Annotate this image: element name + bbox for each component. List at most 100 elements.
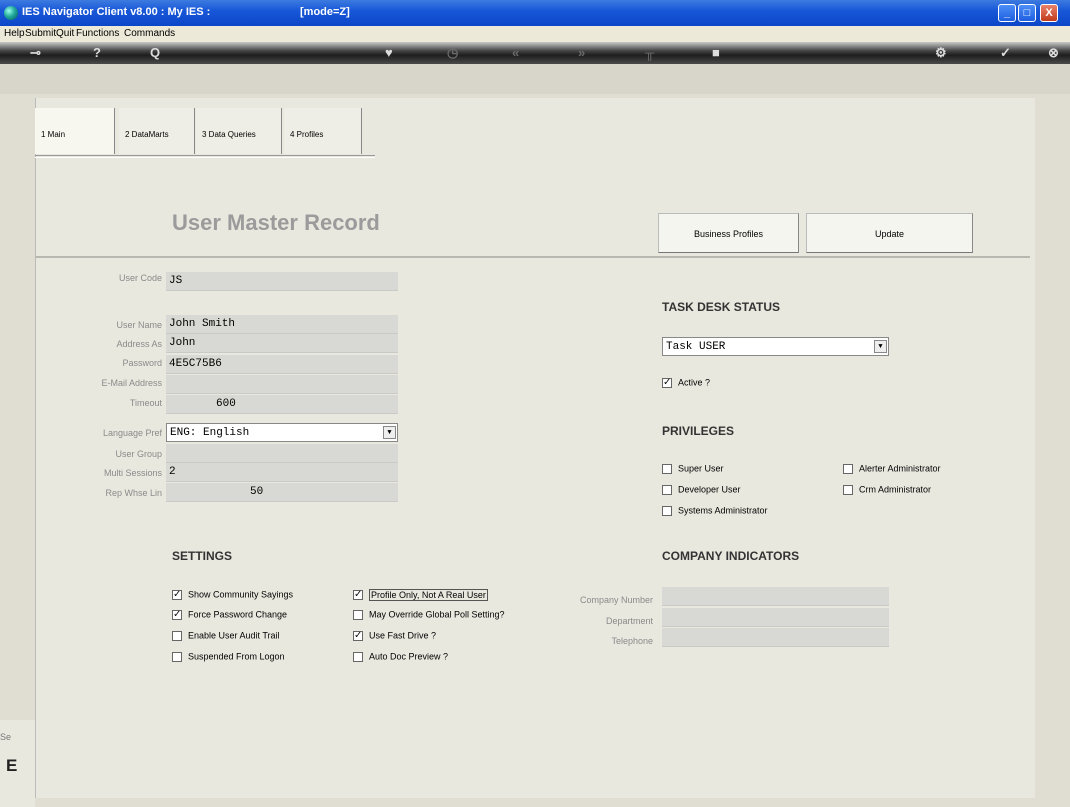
- user-code-label: User Code: [118, 273, 162, 283]
- chevron-down-icon[interactable]: ▼: [874, 340, 887, 353]
- forward-icon[interactable]: »: [578, 45, 585, 60]
- audit-trail-checkbox[interactable]: Enable User Audit Trail: [172, 630, 280, 644]
- menu-quit[interactable]: Quit: [56, 28, 74, 39]
- email-field[interactable]: [166, 375, 398, 394]
- tree-icon[interactable]: ╥: [645, 45, 654, 60]
- checkbox-icon: [662, 484, 672, 495]
- checkbox-icon: [353, 609, 363, 620]
- menu-commands[interactable]: Commands: [124, 28, 175, 39]
- profile-only-checkbox[interactable]: Profile Only, Not A Real User: [353, 588, 488, 603]
- help-icon[interactable]: ?: [93, 45, 101, 60]
- toolbar-spacer: [0, 64, 1070, 94]
- show-sayings-checkbox[interactable]: Show Community Sayings: [172, 589, 293, 603]
- toolbar: ⊸ ? Q ♥ ◷ « » ╥ ■ ⚙ ✓ ⊗: [0, 42, 1070, 64]
- ok-icon[interactable]: ✓: [1000, 45, 1011, 61]
- super-user-checkbox[interactable]: Super User: [662, 463, 724, 477]
- language-pref-label: Language Pref: [102, 428, 162, 438]
- tab-main[interactable]: 1 Main: [35, 108, 115, 154]
- timeout-label: Timeout: [129, 398, 162, 408]
- language-pref-select[interactable]: ENG: English ▼: [166, 423, 398, 442]
- active-label: Active ?: [678, 377, 711, 388]
- suspended-label: Suspended From Logon: [188, 651, 285, 662]
- checkbox-icon: [172, 630, 182, 641]
- settings-icon[interactable]: ⚙: [935, 45, 947, 61]
- page-title: User Master Record: [172, 210, 380, 235]
- exit-icon[interactable]: ⊗: [1048, 45, 1059, 61]
- checkbox-icon: [353, 589, 363, 600]
- checkbox-icon: [172, 589, 182, 600]
- audit-trail-label: Enable User Audit Trail: [188, 630, 280, 641]
- tab-underline: [35, 155, 375, 158]
- side-glyph: E: [6, 756, 18, 775]
- menu-help[interactable]: Help: [4, 28, 25, 39]
- email-label: E-Mail Address: [101, 378, 162, 388]
- auto-doc-checkbox[interactable]: Auto Doc Preview ?: [353, 651, 448, 665]
- password-label: Password: [122, 358, 162, 368]
- checkbox-icon: [843, 463, 853, 474]
- task-desk-heading: TASK DESK STATUS: [662, 300, 781, 314]
- developer-user-checkbox[interactable]: Developer User: [662, 484, 741, 498]
- heart-icon[interactable]: ♥: [385, 45, 393, 60]
- checkbox-icon: [353, 651, 363, 662]
- update-button[interactable]: Update: [806, 213, 973, 253]
- key-icon[interactable]: ⊸: [30, 45, 41, 61]
- super-user-label: Super User: [678, 463, 724, 474]
- user-group-label: User Group: [115, 449, 162, 459]
- profile-only-label: Profile Only, Not A Real User: [369, 588, 488, 601]
- alerter-admin-checkbox[interactable]: Alerter Administrator: [843, 463, 941, 477]
- menu-bar: Help Submit Quit Functions Commands: [0, 26, 1070, 42]
- user-name-field[interactable]: John Smith: [166, 315, 398, 334]
- task-desk-value: Task USER: [666, 341, 726, 353]
- systems-admin-checkbox[interactable]: Systems Administrator: [662, 505, 768, 519]
- user-code-field[interactable]: JS: [166, 272, 398, 291]
- side-label: Se: [0, 732, 12, 742]
- alerter-admin-label: Alerter Administrator: [859, 463, 941, 474]
- rep-whse-lin-field[interactable]: 50: [166, 483, 398, 502]
- window-title: IES Navigator Client v8.00 : My IES :: [22, 6, 211, 18]
- fast-drive-checkbox[interactable]: Use Fast Drive ?: [353, 630, 436, 644]
- stop-icon[interactable]: ■: [712, 45, 720, 60]
- company-number-field[interactable]: [662, 587, 889, 606]
- chevron-down-icon[interactable]: ▼: [383, 426, 396, 439]
- close-button[interactable]: X: [1040, 4, 1058, 22]
- crm-admin-label: Crm Administrator: [859, 484, 932, 495]
- window-mode: [mode=Z]: [300, 6, 350, 18]
- multi-sessions-field[interactable]: 2: [166, 463, 398, 482]
- force-password-checkbox[interactable]: Force Password Change: [172, 609, 287, 623]
- override-poll-label: May Override Global Poll Setting?: [369, 609, 505, 620]
- address-as-label: Address As: [116, 339, 162, 349]
- checkbox-icon: [172, 609, 182, 620]
- multi-sessions-label: Multi Sessions: [103, 468, 162, 478]
- show-sayings-label: Show Community Sayings: [188, 589, 294, 600]
- password-field[interactable]: 4E5C75B6: [166, 355, 398, 374]
- language-pref-value: ENG: English: [170, 427, 250, 439]
- telephone-label: Telephone: [611, 636, 653, 646]
- menu-functions[interactable]: Functions: [76, 28, 119, 39]
- override-poll-checkbox[interactable]: May Override Global Poll Setting?: [353, 609, 505, 623]
- tab-data-queries[interactable]: 3 Data Queries: [196, 108, 282, 154]
- business-profiles-button[interactable]: Business Profiles: [658, 213, 799, 253]
- clock-icon[interactable]: ◷: [447, 45, 458, 61]
- search-icon[interactable]: Q: [150, 45, 160, 60]
- suspended-checkbox[interactable]: Suspended From Logon: [172, 651, 285, 665]
- active-checkbox[interactable]: Active ?: [662, 377, 710, 391]
- tab-datamarts[interactable]: 2 DataMarts: [119, 108, 195, 154]
- address-as-field[interactable]: John: [166, 334, 398, 353]
- back-icon[interactable]: «: [512, 45, 519, 60]
- minimize-button[interactable]: _: [998, 4, 1016, 22]
- tab-profiles[interactable]: 4 Profiles: [284, 108, 362, 154]
- user-group-field[interactable]: [166, 444, 398, 463]
- settings-heading: SETTINGS: [172, 549, 233, 563]
- checkbox-icon: [172, 651, 182, 662]
- company-indicators-heading: COMPANY INDICATORS: [662, 549, 800, 563]
- department-field[interactable]: [662, 608, 889, 627]
- menu-submit[interactable]: Submit: [25, 28, 56, 39]
- checkbox-icon: [662, 377, 672, 388]
- user-name-label: User Name: [116, 320, 162, 330]
- timeout-field[interactable]: 600: [166, 395, 398, 414]
- maximize-button[interactable]: □: [1018, 4, 1036, 22]
- task-desk-select[interactable]: Task USER ▼: [662, 337, 889, 356]
- telephone-field[interactable]: [662, 628, 889, 647]
- crm-admin-checkbox[interactable]: Crm Administrator: [843, 484, 931, 498]
- force-password-label: Force Password Change: [188, 609, 288, 620]
